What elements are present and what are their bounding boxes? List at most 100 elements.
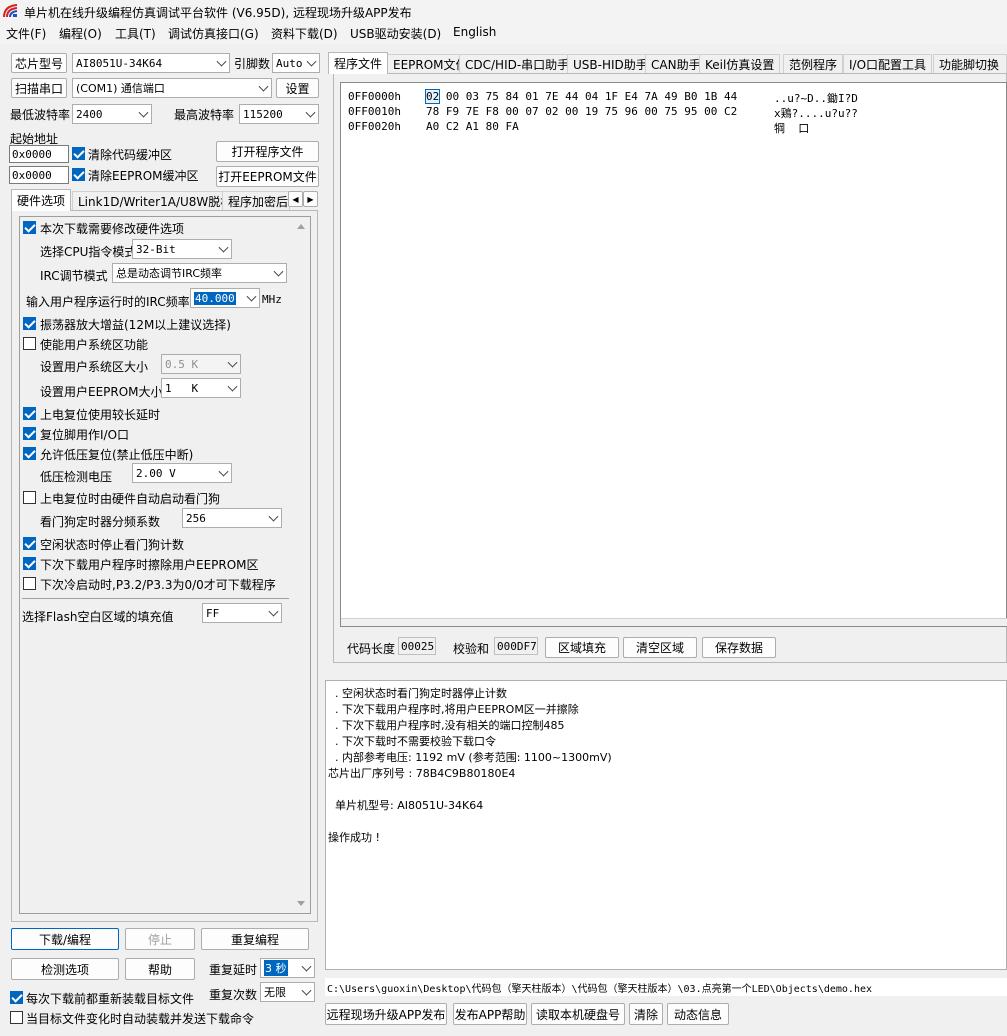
chip-model-select[interactable]: AI8051U-34K64: [72, 53, 230, 73]
menu-download[interactable]: 资料下载(D): [271, 25, 338, 42]
hex-horizontal-scrollbar[interactable]: [341, 618, 1007, 626]
clear-code-label: 清除代码缓冲区: [88, 148, 173, 162]
com-port-select[interactable]: (COM1) 通信端口: [72, 78, 272, 98]
tab-example-programs[interactable]: 范例程序: [783, 54, 844, 74]
auto-watchdog-checkbox[interactable]: [23, 491, 36, 504]
log-line: 芯片出厂序列号 : 78B4C9B80180E4: [328, 767, 516, 780]
eeprom-size-select[interactable]: 1 K: [161, 378, 241, 398]
flash-fill-select[interactable]: FF: [202, 603, 282, 623]
hex-bytes[interactable]: 02 00 03 75 84 01 7E 44 04 1F E4 7A 49 B…: [424, 89, 737, 104]
dynamic-info-button[interactable]: 动态信息: [667, 1003, 729, 1025]
scroll-up-icon[interactable]: [297, 224, 305, 229]
open-program-file-button[interactable]: 打开程序文件: [216, 141, 319, 162]
chevron-down-icon: [301, 961, 312, 972]
save-data-button[interactable]: 保存数据: [702, 637, 776, 658]
watchdog-divider-select[interactable]: 256: [182, 508, 282, 528]
menu-debug[interactable]: 调试仿真接口(G): [168, 25, 259, 42]
tab-scroll-left-icon[interactable]: ◀: [288, 191, 303, 207]
hex-ascii: 犅 口: [774, 122, 810, 135]
tab-usb-hid-helper[interactable]: USB-HID助手: [567, 54, 654, 74]
reload-before-download-checkbox[interactable]: [10, 991, 23, 1004]
stop-button[interactable]: 停止: [125, 928, 195, 950]
repeat-delay-select[interactable]: 3 秒: [260, 958, 315, 978]
chevron-down-icon: [301, 985, 312, 996]
scroll-down-icon[interactable]: [297, 901, 305, 906]
low-voltage-threshold-label: 低压检测电压: [40, 470, 113, 484]
output-log[interactable]: . 空闲状态时看门狗定时器停止计数 . 下次下载用户程序时,将用户EEPROM区…: [325, 680, 1007, 970]
clear-area-button[interactable]: 清空区域: [623, 637, 697, 658]
port-settings-button[interactable]: 设置: [276, 78, 319, 98]
auto-watchdog-label: 上电复位时由硬件自动启动看门狗: [40, 492, 221, 506]
repeat-program-button[interactable]: 重复编程: [201, 928, 309, 950]
hex-editor[interactable]: [340, 82, 1007, 627]
tab-link1d-offline[interactable]: Link1D/Writer1A/U8W脱机: [72, 191, 239, 211]
cpu-mode-select[interactable]: 32-Bit: [132, 239, 232, 259]
low-voltage-reset-checkbox[interactable]: [23, 447, 36, 460]
tab-cdc-serial-helper[interactable]: CDC/HID-串口助手: [459, 54, 576, 74]
chevron-down-icon: [306, 56, 317, 67]
cold-boot-pin-label: 下次冷启动时,P3.2/P3.3为0/0才可下载程序: [40, 578, 276, 592]
hardware-options-scrollbar[interactable]: [293, 217, 310, 913]
hex-address: 0FF0010h: [348, 105, 401, 118]
low-voltage-threshold-select[interactable]: 2.00 V: [132, 463, 232, 483]
remote-upgrade-publish-button[interactable]: 远程现场升级APP发布: [325, 1003, 447, 1025]
log-line: . 内部参考电压: 1192 mV (参考范围: 1100~1300mV): [328, 751, 612, 764]
chip-model-button[interactable]: 芯片型号: [11, 53, 67, 73]
tab-scroll-right-icon[interactable]: ▶: [303, 191, 318, 207]
long-reset-delay-checkbox[interactable]: [23, 407, 36, 420]
tab-io-config-tool[interactable]: I/O口配置工具: [843, 54, 933, 74]
chevron-down-icon: [227, 357, 238, 368]
user-system-area-checkbox[interactable]: [23, 337, 36, 350]
hex-bytes[interactable]: A0 C2 A1 80 FA: [426, 120, 519, 133]
code-start-address-input[interactable]: 0x0000: [9, 145, 69, 163]
reset-pin-io-checkbox[interactable]: [23, 427, 36, 440]
hex-bytes[interactable]: 78 F9 7E F8 00 07 02 00 19 75 96 00 75 9…: [426, 105, 737, 118]
open-eeprom-file-button[interactable]: 打开EEPROM文件: [216, 166, 319, 187]
auto-send-label: 当目标文件变化时自动装载并发送下载命令: [26, 1012, 255, 1026]
auto-send-checkbox[interactable]: [10, 1011, 23, 1024]
irc-frequency-label: 输入用户程序运行时的IRC频率: [26, 295, 190, 309]
area-fill-button[interactable]: 区域填充: [545, 637, 619, 658]
max-baud-label: 最高波特率: [174, 108, 235, 122]
tab-keil-emulation[interactable]: Keil仿真设置: [699, 54, 781, 74]
chevron-down-icon: [138, 107, 149, 118]
system-area-size-select[interactable]: 0.5 K: [161, 354, 241, 374]
download-program-button[interactable]: 下载/编程: [11, 928, 119, 950]
idle-watchdog-checkbox[interactable]: [23, 537, 36, 550]
clear-eeprom-checkbox[interactable]: [72, 168, 85, 181]
code-length-label: 代码长度: [347, 642, 396, 656]
menu-usb-driver[interactable]: USB驱动安装(D): [350, 25, 441, 42]
help-button[interactable]: 帮助: [125, 958, 195, 980]
repeat-count-select[interactable]: 无限: [260, 982, 315, 1002]
tab-pin-switch[interactable]: 功能脚切换: [933, 54, 1007, 74]
modify-hw-label: 本次下载需要修改硬件选项: [40, 222, 185, 236]
publish-app-help-button[interactable]: 发布APP帮助: [453, 1003, 527, 1025]
pin-count-select[interactable]: Auto: [272, 53, 320, 73]
modify-hw-checkbox[interactable]: [23, 221, 36, 234]
max-baud-select[interactable]: 115200: [239, 104, 319, 124]
tab-can-helper[interactable]: CAN助手: [645, 54, 707, 74]
reset-pin-io-label: 复位脚用作I/O口: [40, 428, 130, 442]
osc-gain-checkbox[interactable]: [23, 317, 36, 330]
menu-program[interactable]: 编程(O): [59, 25, 102, 42]
clear-log-button[interactable]: 清除: [629, 1003, 663, 1025]
min-baud-select[interactable]: 2400: [72, 104, 152, 124]
cold-boot-pin-checkbox[interactable]: [23, 577, 36, 590]
irc-frequency-input[interactable]: 40.000: [190, 288, 260, 308]
tab-program-file[interactable]: 程序文件: [328, 52, 389, 74]
detect-options-button[interactable]: 检测选项: [11, 958, 119, 980]
scan-port-button[interactable]: 扫描串口: [11, 78, 67, 98]
read-disk-id-button[interactable]: 读取本机硬盘号: [531, 1003, 625, 1025]
clear-code-checkbox[interactable]: [72, 147, 85, 160]
irc-mode-select[interactable]: 总是动态调节IRC频率: [112, 263, 287, 283]
tab-hardware-options[interactable]: 硬件选项: [11, 189, 72, 211]
eeprom-start-address-input[interactable]: 0x0000: [9, 166, 69, 184]
tab-program-encrypt[interactable]: 程序加密后: [222, 191, 290, 211]
menu-english[interactable]: English: [453, 25, 496, 39]
chevron-down-icon: [246, 291, 257, 302]
hex-ascii: ..u?~D..鋤I?D: [774, 92, 858, 105]
erase-eeprom-checkbox[interactable]: [23, 557, 36, 570]
menu-file[interactable]: 文件(F): [6, 25, 46, 42]
menu-tools[interactable]: 工具(T): [115, 25, 156, 42]
system-area-size-label: 设置用户系统区大小: [40, 360, 149, 374]
